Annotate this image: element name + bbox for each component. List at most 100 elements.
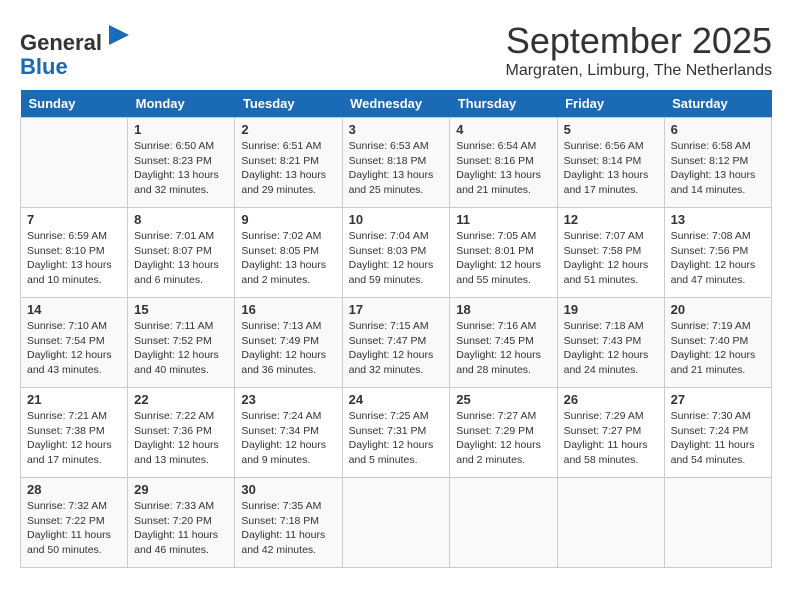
page-header: General Blue September 2025 Margraten, L… [20, 20, 772, 80]
calendar-week-row: 28 Sunrise: 7:32 AM Sunset: 7:22 PM Dayli… [21, 478, 772, 568]
day-number: 29 [134, 482, 228, 497]
day-number: 1 [134, 122, 228, 137]
weekday-header: Wednesday [342, 90, 450, 118]
calendar-cell: 6 Sunrise: 6:58 AM Sunset: 8:12 PM Daylig… [664, 118, 771, 208]
day-info: Sunrise: 7:08 AM Sunset: 7:56 PM Dayligh… [671, 229, 765, 288]
day-number: 14 [27, 302, 121, 317]
calendar-cell: 23 Sunrise: 7:24 AM Sunset: 7:34 PM Dayli… [235, 388, 342, 478]
day-info: Sunrise: 7:11 AM Sunset: 7:52 PM Dayligh… [134, 319, 228, 378]
calendar-week-row: 21Sunrise: 7:21 AM Sunset: 7:38 PM Dayli… [21, 388, 772, 478]
calendar-cell: 21Sunrise: 7:21 AM Sunset: 7:38 PM Dayli… [21, 388, 128, 478]
day-number: 26 [564, 392, 658, 407]
calendar-cell: 17 Sunrise: 7:15 AM Sunset: 7:47 PM Dayli… [342, 298, 450, 388]
calendar-cell: 26 Sunrise: 7:29 AM Sunset: 7:27 PM Dayli… [557, 388, 664, 478]
logo-arrow-icon [104, 20, 134, 50]
day-number: 23 [241, 392, 335, 407]
day-info: Sunrise: 7:18 AM Sunset: 7:43 PM Dayligh… [564, 319, 658, 378]
calendar-cell: 9Sunrise: 7:02 AM Sunset: 8:05 PM Daylig… [235, 208, 342, 298]
day-info: Sunrise: 7:05 AM Sunset: 8:01 PM Dayligh… [456, 229, 550, 288]
calendar-cell: 18Sunrise: 7:16 AM Sunset: 7:45 PM Dayli… [450, 298, 557, 388]
calendar-week-row: 1 Sunrise: 6:50 AM Sunset: 8:23 PM Daylig… [21, 118, 772, 208]
weekday-header: Friday [557, 90, 664, 118]
calendar-header: SundayMondayTuesdayWednesdayThursdayFrid… [21, 90, 772, 118]
day-number: 8 [134, 212, 228, 227]
calendar-cell [21, 118, 128, 208]
day-info: Sunrise: 7:07 AM Sunset: 7:58 PM Dayligh… [564, 229, 658, 288]
day-info: Sunrise: 7:04 AM Sunset: 8:03 PM Dayligh… [349, 229, 444, 288]
day-number: 7 [27, 212, 121, 227]
calendar-week-row: 14 Sunrise: 7:10 AM Sunset: 7:54 PM Dayli… [21, 298, 772, 388]
calendar-cell: 19 Sunrise: 7:18 AM Sunset: 7:43 PM Dayli… [557, 298, 664, 388]
calendar-table: SundayMondayTuesdayWednesdayThursdayFrid… [20, 90, 772, 568]
calendar-cell: 16 Sunrise: 7:13 AM Sunset: 7:49 PM Dayli… [235, 298, 342, 388]
day-number: 9 [241, 212, 335, 227]
calendar-cell: 3 Sunrise: 6:53 AM Sunset: 8:18 PM Daylig… [342, 118, 450, 208]
day-info: Sunrise: 6:59 AM Sunset: 8:10 PM Dayligh… [27, 229, 121, 288]
logo-line2: Blue [20, 54, 68, 79]
calendar-cell: 10 Sunrise: 7:04 AM Sunset: 8:03 PM Dayli… [342, 208, 450, 298]
logo-text: General Blue [20, 20, 134, 79]
day-number: 5 [564, 122, 658, 137]
calendar-cell: 8 Sunrise: 7:01 AM Sunset: 8:07 PM Daylig… [128, 208, 235, 298]
calendar-cell: 27 Sunrise: 7:30 AM Sunset: 7:24 PM Dayli… [664, 388, 771, 478]
month-title: September 2025 [505, 20, 772, 62]
calendar-cell: 4 Sunrise: 6:54 AM Sunset: 8:16 PM Daylig… [450, 118, 557, 208]
calendar-week-row: 7 Sunrise: 6:59 AM Sunset: 8:10 PM Daylig… [21, 208, 772, 298]
calendar-cell: 2Sunrise: 6:51 AM Sunset: 8:21 PM Daylig… [235, 118, 342, 208]
day-info: Sunrise: 7:27 AM Sunset: 7:29 PM Dayligh… [456, 409, 550, 468]
day-number: 3 [349, 122, 444, 137]
day-info: Sunrise: 7:15 AM Sunset: 7:47 PM Dayligh… [349, 319, 444, 378]
calendar-cell: 13 Sunrise: 7:08 AM Sunset: 7:56 PM Dayli… [664, 208, 771, 298]
day-info: Sunrise: 6:54 AM Sunset: 8:16 PM Dayligh… [456, 139, 550, 198]
day-info: Sunrise: 7:13 AM Sunset: 7:49 PM Dayligh… [241, 319, 335, 378]
day-info: Sunrise: 7:32 AM Sunset: 7:22 PM Dayligh… [27, 499, 121, 558]
calendar-cell: 22Sunrise: 7:22 AM Sunset: 7:36 PM Dayli… [128, 388, 235, 478]
calendar-cell: 11 Sunrise: 7:05 AM Sunset: 8:01 PM Dayli… [450, 208, 557, 298]
calendar-cell [450, 478, 557, 568]
calendar-cell: 25 Sunrise: 7:27 AM Sunset: 7:29 PM Dayli… [450, 388, 557, 478]
day-number: 6 [671, 122, 765, 137]
calendar-cell [342, 478, 450, 568]
calendar-cell: 5Sunrise: 6:56 AM Sunset: 8:14 PM Daylig… [557, 118, 664, 208]
logo-line1: General [20, 30, 102, 55]
title-block: September 2025 Margraten, Limburg, The N… [505, 20, 772, 80]
weekday-header: Saturday [664, 90, 771, 118]
day-number: 25 [456, 392, 550, 407]
day-info: Sunrise: 7:24 AM Sunset: 7:34 PM Dayligh… [241, 409, 335, 468]
day-info: Sunrise: 7:25 AM Sunset: 7:31 PM Dayligh… [349, 409, 444, 468]
day-info: Sunrise: 7:33 AM Sunset: 7:20 PM Dayligh… [134, 499, 228, 558]
calendar-cell: 12Sunrise: 7:07 AM Sunset: 7:58 PM Dayli… [557, 208, 664, 298]
calendar-cell: 7 Sunrise: 6:59 AM Sunset: 8:10 PM Daylig… [21, 208, 128, 298]
day-number: 19 [564, 302, 658, 317]
day-info: Sunrise: 7:10 AM Sunset: 7:54 PM Dayligh… [27, 319, 121, 378]
calendar-cell [557, 478, 664, 568]
day-info: Sunrise: 6:53 AM Sunset: 8:18 PM Dayligh… [349, 139, 444, 198]
day-number: 27 [671, 392, 765, 407]
location: Margraten, Limburg, The Netherlands [505, 62, 772, 80]
day-number: 4 [456, 122, 550, 137]
day-number: 28 [27, 482, 121, 497]
calendar-cell: 15Sunrise: 7:11 AM Sunset: 7:52 PM Dayli… [128, 298, 235, 388]
day-info: Sunrise: 7:21 AM Sunset: 7:38 PM Dayligh… [27, 409, 121, 468]
calendar-body: 1 Sunrise: 6:50 AM Sunset: 8:23 PM Daylig… [21, 118, 772, 568]
calendar-cell: 14 Sunrise: 7:10 AM Sunset: 7:54 PM Dayli… [21, 298, 128, 388]
day-number: 22 [134, 392, 228, 407]
weekday-header: Thursday [450, 90, 557, 118]
day-info: Sunrise: 7:30 AM Sunset: 7:24 PM Dayligh… [671, 409, 765, 468]
day-info: Sunrise: 6:50 AM Sunset: 8:23 PM Dayligh… [134, 139, 228, 198]
weekday-header: Sunday [21, 90, 128, 118]
day-info: Sunrise: 7:01 AM Sunset: 8:07 PM Dayligh… [134, 229, 228, 288]
day-number: 20 [671, 302, 765, 317]
calendar-cell [664, 478, 771, 568]
day-number: 10 [349, 212, 444, 227]
day-number: 11 [456, 212, 550, 227]
day-number: 13 [671, 212, 765, 227]
day-info: Sunrise: 6:58 AM Sunset: 8:12 PM Dayligh… [671, 139, 765, 198]
day-number: 30 [241, 482, 335, 497]
day-info: Sunrise: 7:29 AM Sunset: 7:27 PM Dayligh… [564, 409, 658, 468]
day-number: 17 [349, 302, 444, 317]
day-number: 24 [349, 392, 444, 407]
day-number: 16 [241, 302, 335, 317]
day-number: 18 [456, 302, 550, 317]
day-info: Sunrise: 7:35 AM Sunset: 7:18 PM Dayligh… [241, 499, 335, 558]
